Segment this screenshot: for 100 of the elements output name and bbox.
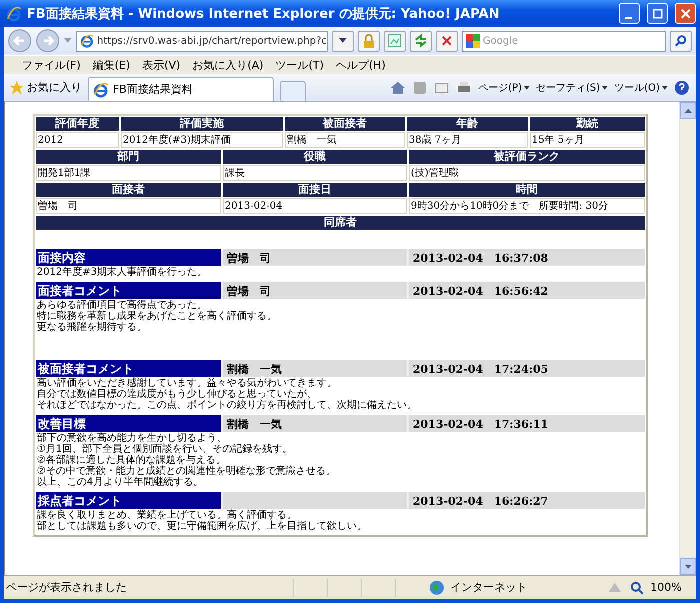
column-header: 評価年度 xyxy=(36,117,119,131)
help-icon xyxy=(674,80,690,96)
scrollbar[interactable] xyxy=(679,102,696,575)
url-text: https://srv0.was-abi.jp/chart/reportview.php?c xyxy=(97,36,327,46)
globe-icon xyxy=(428,580,445,596)
command-menu[interactable]: ページ(P) xyxy=(478,80,530,94)
back-button[interactable] xyxy=(8,29,32,53)
column-header: 同席者 xyxy=(36,216,645,230)
browser-tab[interactable]: FB面接結果資料 xyxy=(88,77,274,101)
menu-item[interactable]: ツール(T) xyxy=(276,58,324,72)
compatibility-button[interactable] xyxy=(384,30,406,52)
menu-item[interactable]: ファイル(F) xyxy=(22,58,81,72)
column-header: 役職 xyxy=(223,150,407,164)
caret-icon xyxy=(662,86,668,90)
timestamp: 2013-02-04 16:37:08 xyxy=(407,249,645,266)
timestamp: 2013-02-04 16:56:42 xyxy=(407,282,645,299)
caret-icon xyxy=(524,86,530,90)
comment-text: 部としては課題も多いので、更に守備範囲を広げ、上を目指して欲しい。 xyxy=(37,521,368,532)
column-header: 面接者 xyxy=(36,183,221,197)
address-field[interactable]: https://srv0.was-abi.jp/chart/reportview.php?c xyxy=(76,30,328,52)
window-title: FB面接結果資料 - Windows Internet Explorer の提供元: Yahoo! JAPAN xyxy=(27,6,501,22)
table-cell: 9時30分から10時0分まで 所要時間: 30分 xyxy=(409,198,645,214)
comment-text: 特に職務を革新し成果をあげたことを高く評価する。 xyxy=(37,311,278,322)
menu-item[interactable]: ヘルプ(H) xyxy=(336,58,386,72)
author-name: 曽場 司 xyxy=(221,249,407,266)
section-title: 改善目標 xyxy=(36,415,221,432)
minimize-icon xyxy=(624,16,632,18)
chart-icon xyxy=(388,34,402,48)
comment-text: 課を良く取りまとめ、業績を上げている。高く評価する。 xyxy=(37,510,297,521)
author-name: 割橋 一気 xyxy=(221,360,407,377)
comment-text: 更なる飛躍を期待する。 xyxy=(37,322,148,333)
table-cell: 課長 xyxy=(223,165,407,181)
zoom-icon xyxy=(628,580,645,596)
section-title: 面接内容 xyxy=(36,249,221,266)
timestamp: 2013-02-04 16:26:27 xyxy=(407,492,645,509)
column-header: 部門 xyxy=(36,150,221,164)
comment-text: 2012年度#3期末人事評価を行った。 xyxy=(37,267,208,278)
refresh-icon xyxy=(414,34,428,48)
command-menu[interactable]: セーフティ(S) xyxy=(536,80,608,94)
ie-logo-icon xyxy=(93,82,109,98)
comment-text: 高い評価をいただき感謝しています。益々やる気がわいてきます。 xyxy=(37,378,338,389)
comment-text: あらゆる評価項目で高得点であった。 xyxy=(37,300,208,311)
close-button[interactable] xyxy=(675,3,696,24)
caret-icon xyxy=(602,86,608,90)
close-icon xyxy=(441,35,453,47)
comment-text: ①月1回、部下全員と個別面談を行い、その記録を残す。 xyxy=(37,444,294,455)
table-cell: (技)管理職 xyxy=(409,165,645,181)
search-icon xyxy=(675,35,687,47)
command-menu[interactable]: ツール(O) xyxy=(614,80,668,94)
section-title: 採点者コメント xyxy=(36,492,221,509)
forward-button[interactable] xyxy=(36,29,60,53)
section-title: 面接者コメント xyxy=(36,282,221,299)
comment-text: 以上、この4月より半年間継続する。 xyxy=(37,477,204,488)
ie-logo-icon xyxy=(6,6,22,22)
minimize-button[interactable] xyxy=(619,3,640,24)
column-header: 被面接者 xyxy=(285,117,405,131)
table-cell: 開発1部1課 xyxy=(36,165,221,181)
section-title: 被面接者コメント xyxy=(36,360,221,377)
column-header: 面接日 xyxy=(223,183,407,197)
stop-button[interactable] xyxy=(436,30,458,52)
comment-text: それほどではなかった。この点、ポイントの絞り方を再検討して、次期に備えたい。 xyxy=(37,400,418,411)
favorites-button[interactable]: お気に入り xyxy=(10,80,82,95)
close-icon xyxy=(680,8,690,18)
refresh-button[interactable] xyxy=(410,30,432,52)
comment-text: 部下の意欲を高め能力を生かし切るよう、 xyxy=(37,433,228,444)
scroll-up-icon xyxy=(684,108,692,112)
table-cell: 2012年度(#3)期末評価 xyxy=(121,132,283,148)
comment-text: 自分では数値目標の達成度がもう少し伸びると思っていたが、 xyxy=(37,389,318,400)
comment-text: ②各部課に適した具体的な課題を与える。 xyxy=(37,455,227,466)
caret-icon xyxy=(339,38,347,44)
table-cell: 15年 5ヶ月 xyxy=(530,132,645,148)
menu-item[interactable]: 編集(E) xyxy=(92,58,130,72)
table-cell: 2013-02-04 xyxy=(223,198,407,214)
home-icon xyxy=(390,80,406,96)
google-logo-icon xyxy=(466,34,480,48)
dropdown-button[interactable] xyxy=(332,30,354,52)
comment-text: ②その中で意欲・能力と成績との関連性を明確な形で意識させる。 xyxy=(37,466,337,477)
menu-item[interactable]: お気に入り(A) xyxy=(192,58,264,72)
status-message: ページが表示されました xyxy=(6,580,128,595)
maximize-button[interactable] xyxy=(647,3,668,24)
author-name: 割橋 一気 xyxy=(221,415,407,432)
table-cell: 38歳 7ヶ月 xyxy=(407,132,528,148)
table-cell: 曽場 司 xyxy=(36,198,221,214)
search-button[interactable] xyxy=(670,30,692,52)
ie-logo-icon xyxy=(80,33,94,49)
timestamp: 2013-02-04 17:36:11 xyxy=(407,415,645,432)
search-placeholder: Google xyxy=(483,36,518,46)
maximize-icon xyxy=(652,8,662,18)
timestamp: 2013-02-04 17:24:05 xyxy=(407,360,645,377)
dropdown-icon[interactable] xyxy=(64,38,72,44)
star-icon xyxy=(10,80,24,94)
column-header: 被評価ランク xyxy=(409,150,645,164)
menu-item[interactable]: 表示(V) xyxy=(142,58,181,72)
table-cell: 2012 xyxy=(36,132,119,148)
zoom-level[interactable]: 100% xyxy=(650,581,682,594)
new-tab-button[interactable] xyxy=(280,81,306,101)
zone-label: インターネット xyxy=(450,580,529,595)
author-name: 曽場 司 xyxy=(221,282,407,299)
column-header: 勤続 xyxy=(530,117,645,131)
table-cell: 割橋 一気 xyxy=(285,132,405,148)
